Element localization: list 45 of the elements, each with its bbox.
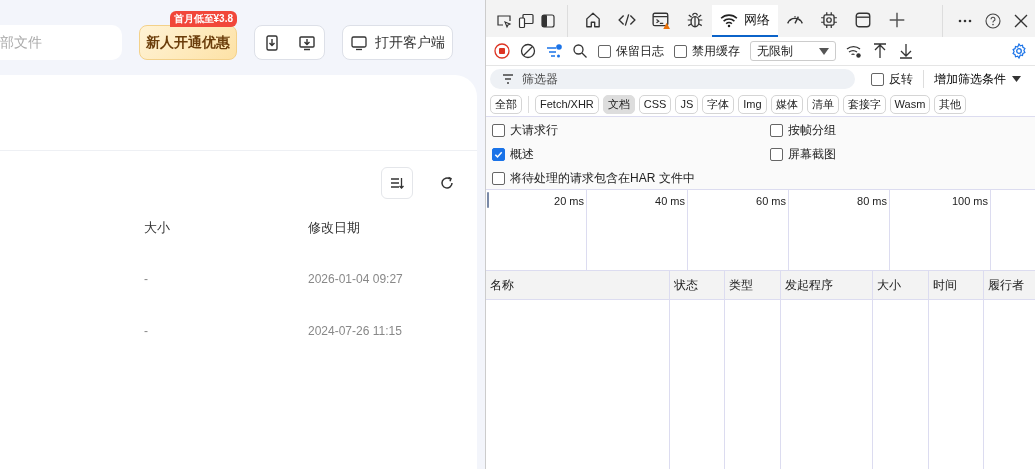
time-tick: 80 ms <box>857 195 887 207</box>
column-header: 修改日期 <box>308 219 361 237</box>
promo-button[interactable]: 新人开通优惠 <box>139 25 237 60</box>
column-header[interactable]: 大小 <box>873 271 929 299</box>
time-tick: 100 ms <box>951 195 988 207</box>
open-client-button[interactable]: 打开客户端 <box>342 25 453 60</box>
column-header[interactable]: 履行者 <box>984 271 1035 299</box>
checkbox-label: 禁用缓存 <box>692 42 740 60</box>
checkbox-label: 保留日志 <box>616 42 664 60</box>
size-cell-text: - <box>144 324 149 338</box>
filter-chip[interactable]: 媒体 <box>770 94 803 114</box>
throttling-dropdown[interactable]: 无限制 <box>750 41 836 61</box>
time-tick: 40 ms <box>655 195 685 207</box>
filter-chip[interactable]: Img <box>738 94 767 114</box>
checkbox-label: 屏幕截图 <box>788 145 836 163</box>
filter-chip[interactable]: Fetch/XHR <box>535 94 599 114</box>
add-filter-button[interactable]: 增加筛选条件 <box>934 70 1021 88</box>
date-cell-text: 2026-01-04 09:27 <box>308 272 404 286</box>
checkbox-label: 按帧分组 <box>788 121 836 139</box>
filter-chip[interactable]: 其他 <box>934 94 967 114</box>
time-tick: 20 ms <box>554 195 584 207</box>
filter-chip[interactable]: 清单 <box>806 94 839 114</box>
filter-field[interactable]: 筛选器 <box>490 69 855 89</box>
column-header[interactable]: 状态 <box>670 271 725 299</box>
filter-chip[interactable]: Wasm <box>889 94 931 114</box>
filter-chip[interactable]: JS <box>675 94 699 114</box>
checkbox-label: 反转 <box>889 70 913 88</box>
column-header[interactable]: 类型 <box>725 271 781 299</box>
time-tick: 60 ms <box>756 195 786 207</box>
checkbox-label: 概述 <box>510 145 534 163</box>
column-header[interactable]: 名称 <box>486 271 670 299</box>
filter-chip[interactable]: 文档 <box>602 94 635 114</box>
size-cell-text: - <box>144 272 149 286</box>
filter-chip[interactable]: 套接字 <box>842 94 886 114</box>
column-header[interactable]: 时间 <box>929 271 984 299</box>
column-header[interactable]: 发起程序 <box>781 271 873 299</box>
promo-badge: 首月低至¥3.8 <box>169 11 237 27</box>
column-header: 大小 <box>144 219 171 237</box>
filter-chip[interactable]: CSS <box>638 94 672 114</box>
devtools-tab[interactable]: 网络 <box>712 5 778 37</box>
filter-chip[interactable]: 全部 <box>490 94 522 114</box>
filter-chip[interactable]: 字体 <box>702 94 735 114</box>
checkbox-label: 大请求行 <box>510 121 558 139</box>
checkbox-label: 将待处理的请求包含在HAR 文件中 <box>510 169 695 187</box>
date-cell-text: 2024-07-26 11:15 <box>308 324 403 338</box>
